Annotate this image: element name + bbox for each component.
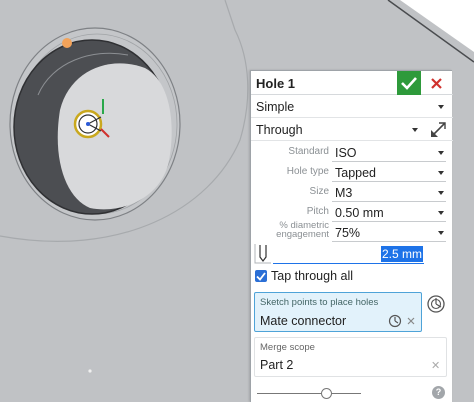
close-icon: [430, 77, 442, 89]
engagement-row: % diametric engagement 75%: [251, 221, 453, 243]
engagement-value: 75%: [335, 226, 361, 240]
tap-through-all-checkbox[interactable]: [255, 270, 267, 282]
sketch-points-item[interactable]: Mate connector: [260, 314, 346, 328]
hole-depth-input[interactable]: 2.5 mm: [381, 246, 423, 262]
merge-scope-item[interactable]: Part 2: [260, 358, 293, 372]
clear-icon: [407, 317, 415, 325]
cancel-button[interactable]: [425, 72, 447, 94]
merge-scope-field[interactable]: Merge scope Part 2 ✕: [254, 337, 447, 377]
standard-label: Standard: [288, 146, 329, 157]
chevron-down-icon: [438, 231, 444, 235]
standard-dropdown[interactable]: ISO: [332, 143, 446, 162]
size-row: Size M3: [251, 183, 453, 203]
standard-value: ISO: [335, 146, 357, 160]
clear-icon[interactable]: ✕: [431, 359, 440, 372]
hole-depth-icon: [254, 244, 271, 264]
chevron-down-icon: [438, 211, 444, 215]
hole-style-value: Simple: [256, 100, 295, 114]
standard-row: Standard ISO: [251, 143, 453, 163]
sketch-points-caption: Sketch points to place holes: [260, 297, 379, 308]
size-value: M3: [335, 186, 353, 200]
chevron-down-icon: [412, 128, 418, 132]
chevron-down-icon: [438, 171, 444, 175]
hole-type-label: Hole type: [286, 166, 329, 177]
pitch-label: Pitch: [306, 206, 329, 217]
hole-style-dropdown[interactable]: Simple: [251, 96, 453, 118]
engagement-dropdown[interactable]: 75%: [332, 223, 446, 242]
tap-through-all-label: Tap through all: [271, 269, 354, 283]
hole-depth-underline: [273, 263, 424, 264]
hole-type-value: Tapped: [335, 166, 377, 180]
size-dropdown[interactable]: M3: [332, 183, 446, 202]
hole-lit-face: [57, 63, 172, 210]
hole-depth-row: 2.5 mm: [251, 243, 453, 265]
preview-slider-track[interactable]: [257, 393, 361, 394]
mate-connector-icon[interactable]: [426, 294, 446, 314]
pitch-dropdown[interactable]: 0.50 mm: [332, 203, 446, 222]
help-icon[interactable]: ?: [432, 386, 445, 399]
engagement-label: % diametric engagement: [276, 221, 329, 240]
dialog-header: Hole 1: [251, 71, 453, 95]
hole-type-row: Hole type Tapped: [251, 163, 453, 183]
termination-value: Through: [256, 123, 303, 137]
termination-dropdown[interactable]: Through: [251, 119, 453, 141]
engagement-label-line2: engagement: [276, 229, 329, 240]
hole-feature-dialog: Hole 1 Simple Through Standard ISO Hole …: [250, 70, 453, 402]
size-label: Size: [309, 186, 329, 197]
chevron-down-icon: [438, 191, 444, 195]
pitch-value: 0.50 mm: [335, 206, 384, 220]
accept-button[interactable]: [397, 71, 421, 95]
dialog-title: Hole 1: [256, 76, 296, 91]
checkmark-icon: [256, 271, 266, 281]
selection-item-icons: [388, 314, 418, 333]
sketch-points-selection[interactable]: Sketch points to place holes Mate connec…: [254, 292, 422, 332]
mate-connector-icon[interactable]: [388, 314, 418, 328]
hole-type-dropdown[interactable]: Tapped: [332, 163, 446, 182]
check-icon: [401, 77, 417, 90]
chevron-down-icon: [438, 105, 444, 109]
sketch-point-dot[interactable]: [62, 38, 72, 48]
preview-slider-handle[interactable]: [321, 388, 332, 399]
merge-scope-caption: Merge scope: [260, 342, 315, 353]
viewport-dot: [88, 369, 92, 373]
chevron-down-icon: [438, 151, 444, 155]
flip-direction-icon[interactable]: [428, 121, 448, 139]
